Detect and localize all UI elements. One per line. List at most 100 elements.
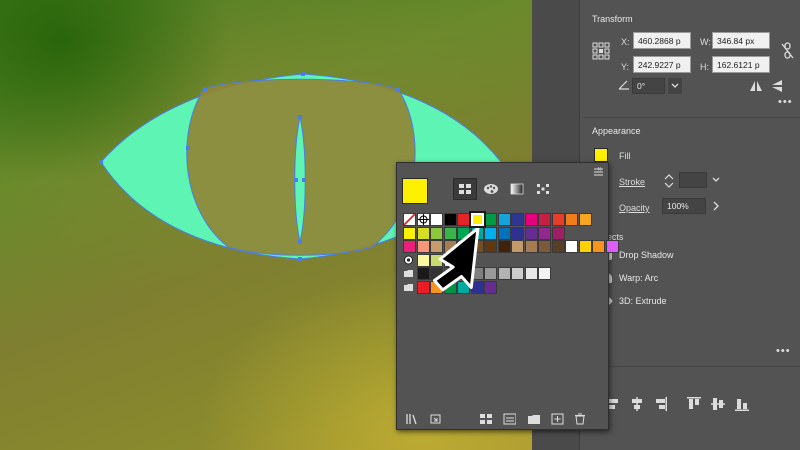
swatch[interactable]: [484, 280, 497, 294]
swatch[interactable]: [416, 267, 430, 280]
current-fill-swatch: [402, 178, 428, 204]
stroke-weight-dropdown-icon[interactable]: [709, 172, 723, 188]
swatch[interactable]: [497, 240, 511, 253]
flip-vertical-icon[interactable]: [771, 79, 783, 93]
reference-point-icon[interactable]: [592, 42, 610, 60]
delete-swatch-icon[interactable]: [573, 413, 586, 425]
place-swatches-icon[interactable]: [429, 413, 442, 425]
swatch[interactable]: [484, 226, 497, 240]
swatches-footer: [397, 409, 608, 429]
swatch[interactable]: [511, 226, 524, 240]
swatch[interactable]: [538, 213, 551, 226]
chevron-down-icon[interactable]: [668, 78, 682, 94]
swatch[interactable]: [524, 226, 538, 240]
appearance-more-options-icon[interactable]: •••: [776, 345, 791, 357]
swatch-libraries-icon[interactable]: [405, 413, 418, 425]
swatch[interactable]: [416, 280, 430, 294]
effect-label: Drop Shadow: [619, 250, 674, 260]
section-divider: [582, 117, 800, 118]
fill-label: Fill: [619, 151, 631, 161]
swatch-registration[interactable]: [416, 213, 430, 226]
swatch[interactable]: [578, 240, 592, 253]
flip-horizontal-icon[interactable]: [749, 80, 763, 92]
swatch-selected[interactable]: [468, 211, 486, 228]
swatch[interactable]: [416, 226, 430, 240]
align-horizontal-center-icon[interactable]: [630, 396, 644, 412]
transform-more-options-icon[interactable]: •••: [778, 96, 793, 108]
rotate-angle-icon: [618, 80, 629, 90]
y-field[interactable]: 242.9227 p: [633, 56, 691, 73]
appearance-title: Appearance: [592, 126, 641, 136]
effect-3d-extrude[interactable]: 3D: Extrude: [600, 294, 667, 308]
stroke-weight-field[interactable]: [679, 172, 707, 188]
swatch[interactable]: [416, 253, 430, 267]
swatch[interactable]: [578, 213, 592, 226]
swatch[interactable]: [484, 213, 497, 226]
swatch[interactable]: [511, 240, 524, 253]
w-field[interactable]: 346.84 px: [712, 32, 770, 49]
show-swatch-kinds-icon[interactable]: [479, 413, 492, 425]
swatch[interactable]: [497, 213, 511, 226]
swatch[interactable]: [565, 240, 578, 253]
effect-warp-arc[interactable]: Warp: Arc: [602, 271, 658, 285]
opacity-slider-icon[interactable]: [709, 198, 723, 214]
opacity-label[interactable]: Opacity: [619, 203, 650, 213]
align-bottom-icon[interactable]: [734, 396, 750, 412]
section-divider: [582, 366, 800, 367]
x-label: X:: [621, 37, 630, 47]
align-top-icon[interactable]: [686, 396, 702, 412]
swatch-options-icon[interactable]: [503, 413, 516, 425]
effect-label: 3D: Extrude: [619, 296, 667, 306]
swatch[interactable]: [484, 267, 497, 280]
align-vertical-center-icon[interactable]: [710, 396, 726, 412]
properties-panel: Transform X: 460.2868 p W: 346.84 px Y: …: [582, 0, 800, 450]
swatch-folder-icon[interactable]: [403, 268, 414, 278]
swatch-none[interactable]: [403, 213, 416, 226]
effect-label: Warp: Arc: [619, 273, 659, 283]
x-field[interactable]: 460.2868 p: [633, 32, 691, 49]
swatch[interactable]: [551, 240, 565, 253]
w-label: W:: [700, 37, 711, 47]
stroke-label[interactable]: Stroke: [619, 177, 645, 187]
swatch[interactable]: [403, 240, 416, 253]
swatch[interactable]: [511, 267, 524, 280]
y-label: Y:: [621, 62, 630, 72]
swatch[interactable]: [538, 240, 551, 253]
swatch[interactable]: [551, 226, 565, 240]
swatch[interactable]: [592, 240, 605, 253]
swatch-view-buttons: [453, 178, 555, 200]
swatch[interactable]: [497, 226, 511, 240]
swatch[interactable]: [524, 267, 538, 280]
fill-swatch[interactable]: [594, 148, 608, 162]
swatch[interactable]: [403, 226, 416, 240]
new-color-group-icon[interactable]: [527, 413, 540, 425]
swatch[interactable]: [551, 213, 565, 226]
swatch[interactable]: [565, 213, 578, 226]
swatch[interactable]: [524, 240, 538, 253]
swatch-folder-icon[interactable]: [403, 282, 414, 292]
swatches-popup-panel: «: [396, 162, 619, 430]
swatch[interactable]: [497, 267, 511, 280]
swatch[interactable]: [605, 240, 619, 253]
swatch[interactable]: [538, 267, 551, 280]
swatch[interactable]: [484, 240, 497, 253]
color-palette-icon[interactable]: [479, 178, 503, 200]
panel-collapse-icon[interactable]: «: [597, 164, 601, 173]
stroke-weight-stepper-icon[interactable]: [662, 172, 676, 190]
h-field[interactable]: 162.6121 p: [712, 56, 770, 73]
color-group-icon[interactable]: [403, 255, 414, 265]
pattern-icon[interactable]: [531, 178, 555, 200]
swatch[interactable]: [511, 213, 524, 226]
constrain-proportions-icon[interactable]: [781, 42, 795, 60]
mouse-pointer-icon: [432, 226, 480, 292]
angle-field[interactable]: 0°: [632, 78, 665, 94]
swatch[interactable]: [524, 213, 538, 226]
swatch-view-icon[interactable]: [453, 178, 477, 200]
transform-title: Transform: [592, 14, 633, 24]
new-swatch-icon[interactable]: [551, 413, 564, 425]
swatch[interactable]: [416, 240, 430, 253]
align-right-icon[interactable]: [654, 396, 668, 412]
opacity-field[interactable]: 100%: [662, 198, 706, 214]
gradient-icon[interactable]: [505, 178, 529, 200]
swatch[interactable]: [538, 226, 551, 240]
